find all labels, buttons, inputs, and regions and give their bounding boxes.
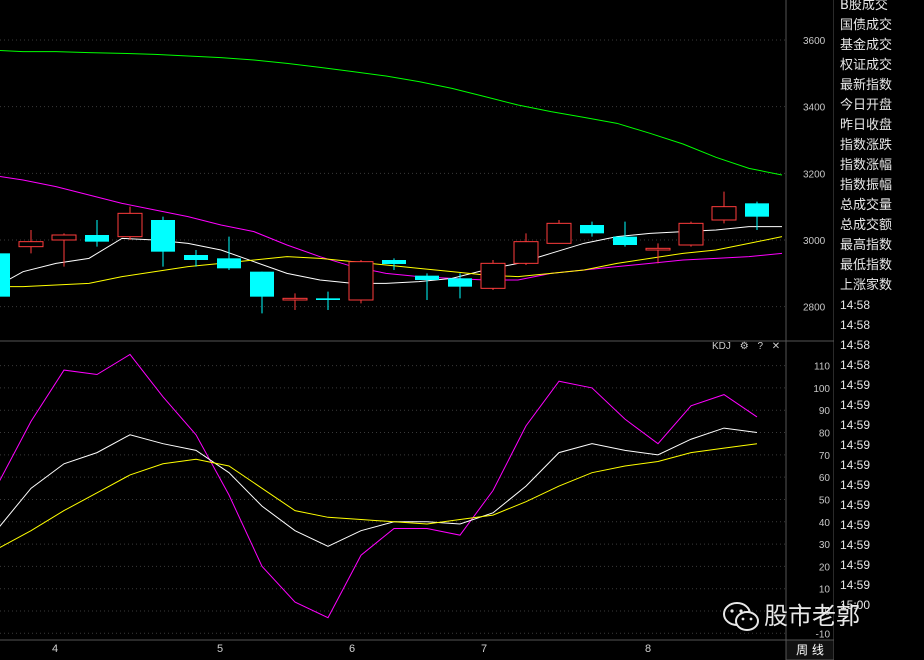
quote-field-label: 基金成交 — [840, 38, 893, 53]
kdj-toolbar: KDJ ⚙ ? ✕ — [712, 341, 786, 352]
wechat-icon — [723, 602, 759, 631]
price-ma-line — [0, 226, 782, 286]
candle-body — [745, 203, 769, 217]
period-weekly-button[interactable]: 周 线 — [788, 641, 832, 659]
tick-time: 14:59 — [840, 438, 871, 452]
kdj-tick-label: 20 — [819, 562, 831, 573]
quote-field-label: 昨日收盘 — [840, 118, 893, 133]
quote-field-label: 指数涨跌 — [840, 138, 893, 153]
candle-body — [480, 262, 506, 289]
tick-time: 14:59 — [840, 518, 871, 532]
quote-field-label: 指数振幅 — [840, 178, 893, 193]
candle-body — [85, 235, 109, 242]
kdj-tick-label: 70 — [819, 451, 831, 462]
x-tick-label: 8 — [645, 643, 652, 655]
candle-body — [645, 247, 671, 251]
quote-field-label: 总成交量 — [840, 198, 893, 213]
price-ma-line — [0, 50, 783, 176]
candle-body — [448, 278, 472, 287]
quote-field-label: 国债成交 — [840, 18, 893, 33]
kdj-tick-label: 110 — [814, 362, 830, 373]
quote-field-label: 指数涨幅 — [840, 158, 893, 173]
candle-body — [580, 225, 604, 234]
tick-time: 14:59 — [840, 578, 871, 592]
kdj-tick-label: 90 — [819, 406, 831, 417]
candle-body — [184, 255, 208, 260]
candle-body — [348, 261, 374, 301]
kdj-line — [0, 443, 758, 549]
quote-field-label: 最高指数 — [840, 238, 893, 253]
quote-field-label: 上涨家数 — [840, 278, 893, 293]
candle-body — [217, 258, 241, 269]
quote-field-label: 总成交额 — [840, 218, 893, 233]
tick-time: 14:59 — [840, 458, 871, 472]
candle-body — [282, 297, 308, 301]
candle-body — [382, 260, 406, 264]
kdj-indicator-label[interactable]: KDJ — [712, 341, 731, 352]
x-tick-label: 6 — [349, 643, 356, 655]
candle-body — [316, 298, 340, 300]
price-tick-label: 3400 — [803, 103, 826, 114]
close-icon[interactable]: ✕ — [772, 341, 780, 352]
candle-body — [711, 206, 737, 221]
x-tick-label: 4 — [52, 643, 59, 655]
candle-body — [678, 222, 704, 246]
price-tick-label: 3200 — [803, 169, 826, 180]
candle-body — [0, 253, 10, 297]
tick-time: 14:58 — [840, 338, 871, 352]
kdj-tick-label: 60 — [819, 473, 831, 484]
tick-time: 14:59 — [840, 558, 871, 572]
tick-time: 14:58 — [840, 358, 871, 372]
candle-body — [250, 271, 274, 297]
candle-body — [513, 241, 539, 264]
tick-time: 14:59 — [840, 478, 871, 492]
quote-field-label: 权证成交 — [840, 58, 893, 73]
quote-field-label: 今日开盘 — [840, 98, 893, 113]
price-ma-line — [0, 176, 783, 281]
tick-time: 14:59 — [840, 398, 871, 412]
candle-body — [613, 236, 637, 245]
kdj-tick-label: 40 — [819, 518, 831, 529]
gear-icon[interactable]: ⚙ — [740, 341, 749, 352]
candle-body — [151, 220, 175, 252]
kdj-tick-label: 10 — [819, 585, 831, 596]
x-tick-label: 7 — [481, 643, 488, 655]
quote-side-panel: B股成交国债成交基金成交权证成交最新指数今日开盘昨日收盘指数涨跌指数涨幅指数振幅… — [834, 0, 924, 660]
kdj-tick-label: 30 — [819, 540, 831, 551]
tick-time: 14:59 — [840, 498, 871, 512]
quote-field-label: B股成交 — [840, 0, 888, 13]
watermark: 股市老郭 — [722, 596, 860, 633]
quote-field-label: 最新指数 — [840, 78, 893, 93]
kdj-tick-label: 100 — [813, 384, 830, 395]
candle-body — [546, 222, 572, 244]
tick-time: 14:59 — [840, 378, 871, 392]
price-tick-label: 3600 — [803, 36, 826, 47]
kdj-line — [0, 427, 758, 547]
help-icon[interactable]: ? — [757, 341, 763, 352]
x-tick-label: 5 — [217, 643, 224, 655]
quote-field-label: 最低指数 — [840, 258, 893, 273]
candle-body — [117, 212, 143, 238]
watermark-text: 股市老郭 — [764, 602, 860, 630]
chart-canvas: 28003000320034003600-1001020304050607080… — [0, 0, 835, 660]
candle-body — [415, 275, 439, 280]
kdj-line — [0, 353, 758, 619]
candle-body — [51, 234, 77, 241]
kdj-tick-label: 50 — [819, 495, 831, 506]
kdj-tick-label: 80 — [819, 429, 831, 440]
price-tick-label: 3000 — [803, 236, 826, 247]
tick-time: 14:59 — [840, 538, 871, 552]
tick-time: 14:59 — [840, 418, 871, 432]
candle-body — [18, 241, 44, 248]
tick-time: 14:58 — [840, 298, 871, 312]
price-tick-label: 2800 — [803, 303, 826, 314]
tick-time: 14:58 — [840, 318, 871, 332]
